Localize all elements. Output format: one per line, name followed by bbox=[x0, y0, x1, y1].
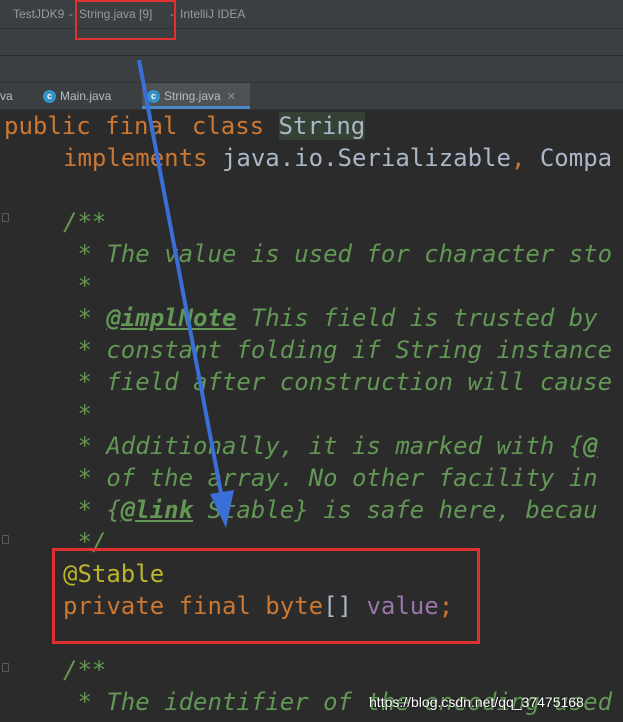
watermark-text: https://blog.csdn.net/qq_37475168 bbox=[369, 694, 584, 710]
pointer-arrow bbox=[137, 59, 234, 528]
